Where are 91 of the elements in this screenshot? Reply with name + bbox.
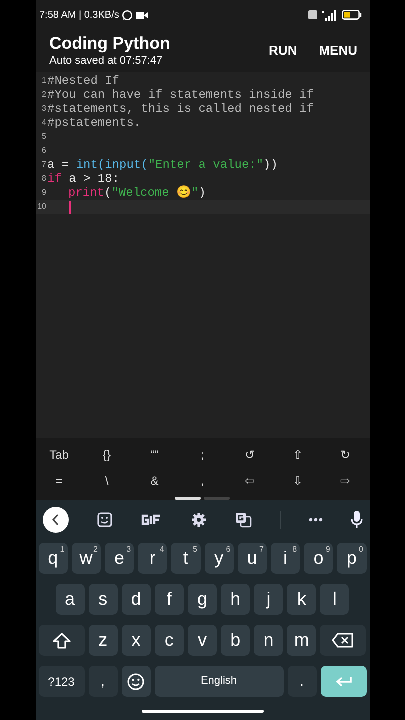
signal-icon — [322, 10, 338, 20]
microphone-icon[interactable] — [350, 511, 362, 529]
extra-key[interactable]: ↻ — [322, 446, 370, 464]
chat-icon — [122, 10, 134, 20]
app-title: Coding Python — [50, 34, 170, 54]
key-hint: 1 — [60, 544, 65, 556]
key[interactable]: z — [88, 625, 118, 656]
key[interactable]: s — [88, 584, 118, 615]
key[interactable]: v — [188, 625, 218, 656]
more-icon[interactable] — [308, 518, 322, 522]
key[interactable]: f — [154, 584, 184, 615]
key-hint: 3 — [126, 544, 132, 556]
line-number: 2 — [41, 89, 48, 101]
key-hint: 8 — [292, 544, 298, 556]
extra-key[interactable]: = — [36, 472, 84, 490]
key-hint: 9 — [326, 544, 330, 556]
key-hint: 5 — [193, 544, 198, 556]
line-number: 4 — [41, 117, 48, 129]
line-number: 5 — [41, 131, 48, 143]
line-number: 7 — [41, 159, 48, 171]
key[interactable]: b — [221, 625, 250, 656]
key[interactable]: x — [122, 625, 151, 656]
period-key[interactable]: . — [288, 666, 316, 697]
text-cursor — [68, 200, 70, 214]
extra-key[interactable]: ; — [178, 446, 226, 464]
line-number: 3 — [41, 103, 48, 115]
line-number: 8 — [41, 173, 48, 185]
settings-icon[interactable] — [190, 512, 206, 528]
key[interactable]: l — [320, 584, 350, 615]
key[interactable]: k — [287, 584, 316, 615]
extra-key[interactable]: \ — [83, 472, 131, 490]
shift-key[interactable] — [38, 625, 84, 656]
key[interactable]: d — [122, 584, 151, 615]
sticker-icon[interactable] — [96, 512, 112, 528]
chevron-icon — [52, 514, 60, 526]
line-number: 10 — [36, 201, 48, 213]
code-line: if a > 18: — [48, 172, 120, 186]
key[interactable]: g — [188, 584, 218, 615]
key[interactable]: m — [287, 625, 316, 656]
code-line: #You can have if statements inside if — [48, 88, 314, 102]
battery-icon — [342, 10, 362, 20]
key[interactable]: c — [154, 625, 184, 656]
code-line: #pstatements. — [48, 116, 142, 130]
smiley-icon — [127, 672, 145, 690]
line-number: 9 — [41, 187, 48, 199]
action-button[interactable]: MENU — [319, 41, 358, 61]
key[interactable]: t 5 — [171, 543, 200, 574]
line-number: 1 — [41, 75, 48, 87]
key[interactable]: r 4 — [138, 543, 168, 574]
comma-key[interactable]: , — [88, 666, 118, 697]
translate-icon[interactable] — [234, 512, 252, 528]
backspace-key[interactable] — [320, 625, 366, 656]
code-line: #statements, this is called nested if — [48, 102, 314, 116]
line-number: 6 — [41, 145, 48, 157]
action-button[interactable]: RUN — [269, 41, 298, 61]
sim-icon — [308, 10, 318, 20]
shift-icon — [52, 632, 70, 648]
autosave-text: Auto saved at 07:57:47 — [50, 54, 164, 68]
key-hint: 4 — [160, 544, 164, 556]
space-key[interactable]: English — [154, 666, 284, 697]
enter-key[interactable] — [320, 666, 366, 697]
code-line: a = int(input("Enter a value:")) — [48, 158, 278, 172]
extra-key[interactable]: & — [130, 472, 179, 490]
extra-key[interactable]: “” — [130, 446, 179, 464]
key[interactable]: h — [221, 584, 250, 615]
key[interactable]: a — [56, 584, 85, 615]
key-hint: 7 — [259, 544, 264, 556]
key[interactable]: j — [254, 584, 284, 615]
status-text: 7:58 AM | 0.3KB/s — [40, 8, 120, 22]
enter-icon — [334, 676, 352, 687]
backspace-icon — [332, 633, 354, 648]
symbols-key[interactable]: ?123 — [38, 666, 84, 697]
key-hint: 6 — [226, 544, 231, 556]
key[interactable]: i 8 — [270, 543, 300, 574]
extra-key[interactable]: ⇦ — [226, 472, 274, 490]
code-line: #Nested If — [48, 74, 120, 88]
extra-key[interactable]: {} — [83, 446, 131, 464]
extra-key[interactable]: Tab — [36, 446, 84, 464]
video-icon — [136, 10, 148, 20]
extra-key[interactable]: ⇧ — [274, 446, 322, 464]
key-hint: 2 — [93, 544, 98, 556]
extra-key[interactable]: ⇨ — [322, 472, 370, 490]
back-button[interactable] — [42, 507, 68, 533]
gif-icon[interactable] — [140, 514, 162, 526]
emoji-key[interactable] — [122, 666, 150, 697]
extra-key[interactable]: , — [178, 472, 226, 490]
key-hint: 0 — [359, 544, 364, 556]
key[interactable]: n — [254, 625, 284, 656]
code-line: print("Welcome 😊") — [68, 186, 206, 200]
extra-key[interactable]: ↺ — [226, 446, 274, 464]
extra-key[interactable]: ⇩ — [274, 472, 322, 490]
